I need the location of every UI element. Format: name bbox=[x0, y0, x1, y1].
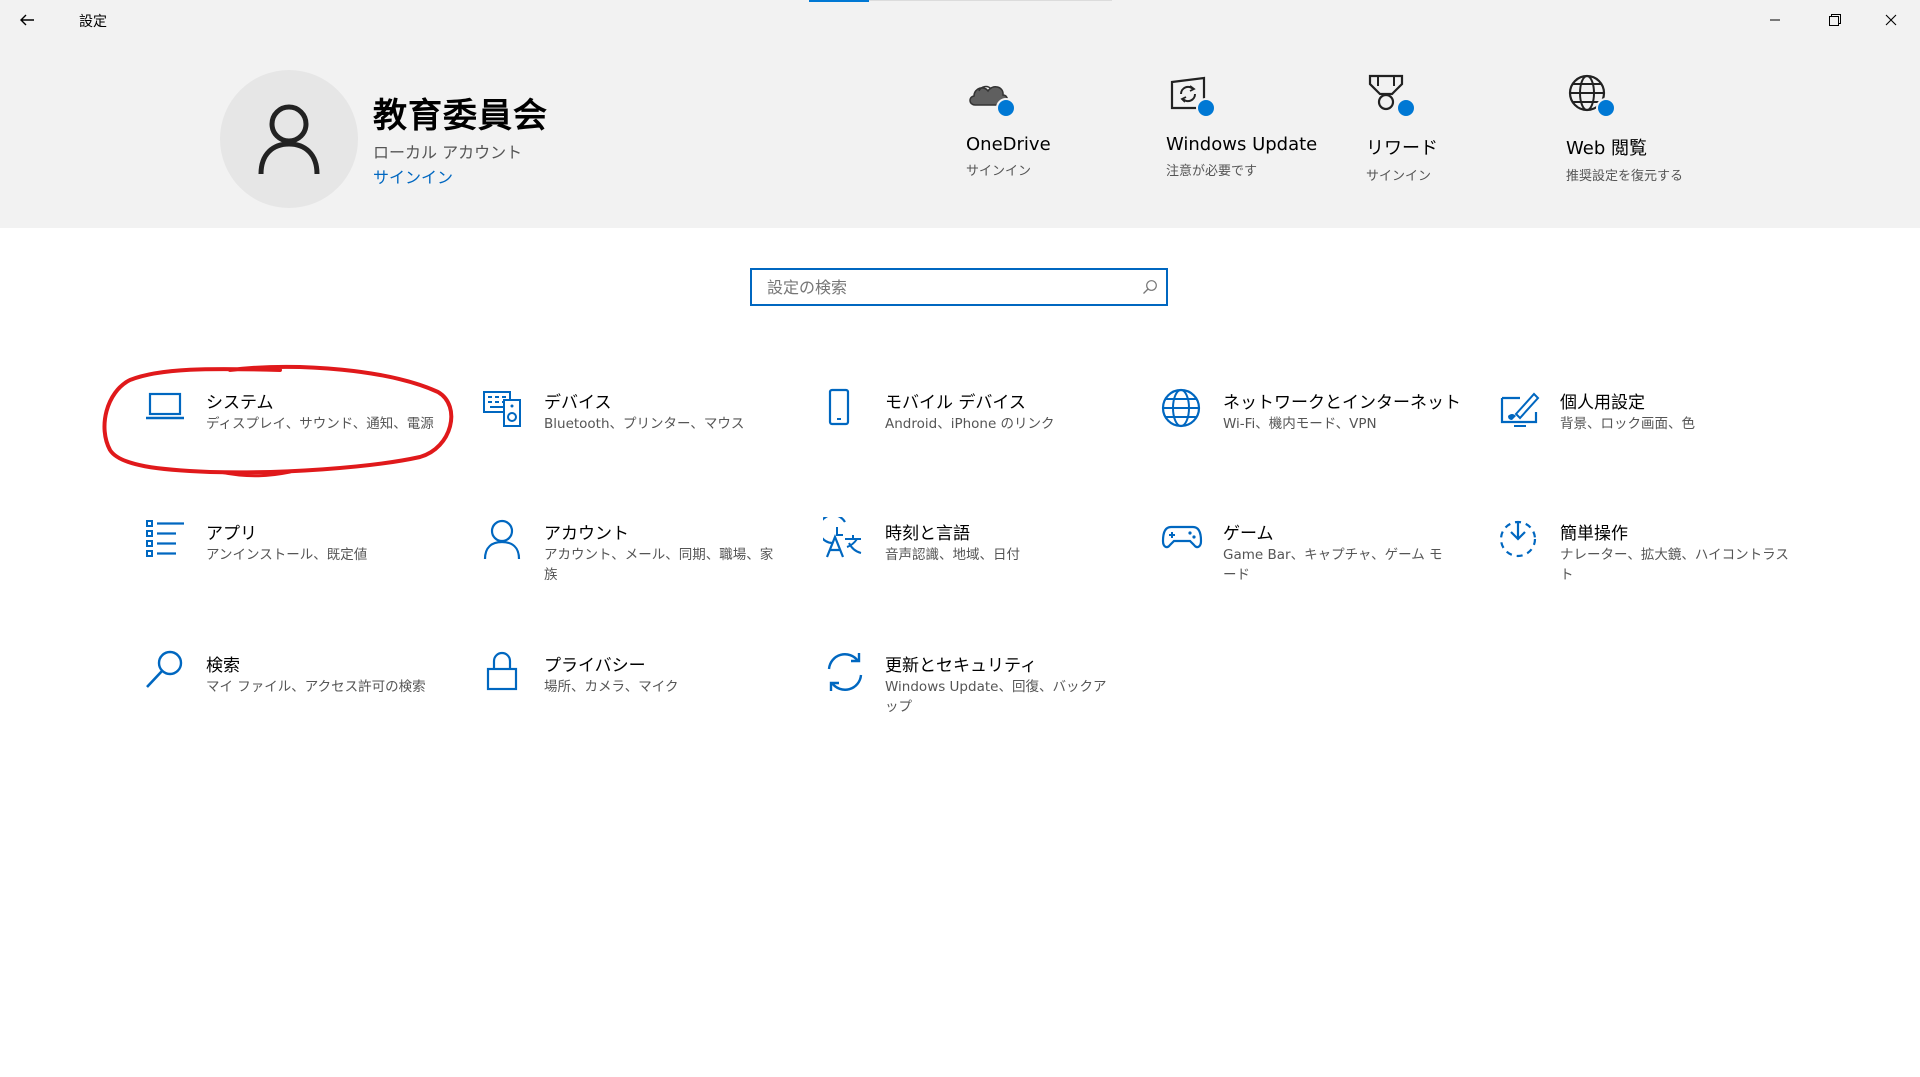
lock-icon bbox=[486, 651, 518, 691]
quick-windows-update[interactable]: Windows Update 注意が必要です bbox=[1166, 72, 1317, 179]
quick-title: OneDrive bbox=[966, 134, 1051, 155]
tile-description: アンインストール、既定値 bbox=[206, 547, 368, 563]
quick-web-browsing[interactable]: Web 閲覧 推奨設定を復元する bbox=[1566, 72, 1683, 184]
tile-description: Game Bar、キャプチャ、ゲーム モード bbox=[1223, 547, 1443, 583]
tile-description: アカウント、メール、同期、職場、家族 bbox=[544, 547, 774, 583]
tile-title: ネットワークとインターネット bbox=[1223, 393, 1461, 413]
signin-link[interactable]: サインイン bbox=[373, 164, 453, 188]
laptop-icon bbox=[146, 392, 184, 420]
search-box[interactable] bbox=[750, 268, 1168, 306]
tile-title: 検索 bbox=[206, 656, 240, 676]
quick-title: Windows Update bbox=[1166, 134, 1318, 155]
status-dot bbox=[1396, 98, 1416, 118]
tile-description: 場所、カメラ、マイク bbox=[544, 679, 679, 695]
quick-onedrive[interactable]: OneDrive サインイン bbox=[966, 72, 1051, 179]
tile-gaming[interactable]: ゲーム Game Bar、キャプチャ、ゲーム モード bbox=[1161, 517, 1481, 607]
quick-subtitle: 推奨設定を復元する bbox=[1566, 169, 1684, 184]
quick-subtitle: 注意が必要です bbox=[1166, 164, 1258, 179]
personalize-pen-icon bbox=[1500, 392, 1540, 427]
maximize-icon bbox=[1829, 14, 1841, 26]
title-accent-bar bbox=[809, 0, 869, 2]
tile-devices[interactable]: デバイス Bluetooth、プリンター、マウス bbox=[482, 386, 802, 476]
tile-title: アカウント bbox=[544, 524, 629, 544]
tile-title: アプリ bbox=[206, 524, 257, 544]
maximize-button[interactable] bbox=[1811, 4, 1857, 36]
tile-accounts[interactable]: アカウント アカウント、メール、同期、職場、家族 bbox=[482, 517, 802, 607]
tile-description: 背景、ロック画面、色 bbox=[1560, 416, 1695, 432]
quick-title: Web 閲覧 bbox=[1566, 138, 1647, 159]
tile-ease-of-access[interactable]: 簡単操作 ナレーター、拡大鏡、ハイコントラスト bbox=[1498, 517, 1818, 607]
account-type: ローカル アカウント bbox=[373, 143, 523, 162]
status-dot bbox=[1596, 98, 1616, 118]
quick-subtitle: サインイン bbox=[966, 164, 1032, 179]
tile-title: 個人用設定 bbox=[1560, 393, 1645, 413]
minimize-icon bbox=[1770, 19, 1780, 21]
tile-time-language[interactable]: 時刻と言語 音声認識、地域、日付 bbox=[823, 517, 1143, 607]
tile-title: モバイル デバイス bbox=[885, 393, 1026, 413]
tile-network[interactable]: ネットワークとインターネット Wi-Fi、機内モード、VPN bbox=[1161, 386, 1481, 476]
tile-title: 簡単操作 bbox=[1560, 524, 1628, 544]
time-language-icon bbox=[823, 517, 862, 558]
sync-arrows-icon bbox=[827, 653, 863, 691]
tile-description: Wi-Fi、機内モード、VPN bbox=[1223, 416, 1377, 432]
minimize-button[interactable] bbox=[1752, 4, 1798, 36]
tile-search[interactable]: 検索 マイ ファイル、アクセス許可の検索 bbox=[144, 649, 464, 739]
gamepad-icon bbox=[1161, 525, 1203, 549]
tile-privacy[interactable]: プライバシー 場所、カメラ、マイク bbox=[482, 649, 802, 739]
globe-network-icon bbox=[1161, 388, 1201, 428]
keyboard-speaker-icon bbox=[483, 391, 521, 427]
title-bar: 設定 bbox=[0, 0, 1920, 40]
tile-description: マイ ファイル、アクセス許可の検索 bbox=[206, 679, 426, 695]
tile-mobile-devices[interactable]: モバイル デバイス Android、iPhone のリンク bbox=[823, 386, 1143, 476]
close-button[interactable] bbox=[1868, 4, 1914, 36]
user-icon bbox=[258, 104, 320, 175]
tile-title: プライバシー bbox=[544, 656, 646, 676]
tile-description: Bluetooth、プリンター、マウス bbox=[544, 416, 745, 432]
tile-description: ディスプレイ、サウンド、通知、電源 bbox=[206, 416, 434, 432]
tile-description: Android、iPhone のリンク bbox=[885, 416, 1055, 432]
back-button[interactable] bbox=[12, 6, 48, 34]
search-icon[interactable] bbox=[1142, 279, 1158, 295]
tile-title: システム bbox=[206, 393, 274, 413]
tile-description: ナレーター、拡大鏡、ハイコントラスト bbox=[1560, 547, 1789, 583]
tile-description: Windows Update、回復、バックアップ bbox=[885, 679, 1107, 715]
tile-title: 更新とセキュリティ bbox=[885, 656, 1037, 676]
title-divider bbox=[869, 0, 1112, 1]
user-name: 教育委員会 bbox=[373, 96, 548, 136]
ease-of-access-icon bbox=[1499, 520, 1537, 558]
tile-system[interactable]: システム ディスプレイ、サウンド、通知、電源 bbox=[144, 386, 464, 476]
search-magnifier-icon bbox=[146, 650, 183, 688]
avatar[interactable] bbox=[220, 70, 358, 208]
person-icon bbox=[483, 519, 521, 560]
tile-personalization[interactable]: 個人用設定 背景、ロック画面、色 bbox=[1498, 386, 1818, 476]
quick-rewards[interactable]: リワード サインイン bbox=[1366, 72, 1438, 184]
tile-apps[interactable]: アプリ アンインストール、既定値 bbox=[144, 517, 464, 607]
apps-list-icon bbox=[146, 520, 184, 557]
tile-title: ゲーム bbox=[1223, 524, 1274, 544]
quick-title: リワード bbox=[1366, 138, 1438, 159]
quick-subtitle: サインイン bbox=[1366, 169, 1432, 184]
phone-icon bbox=[828, 388, 850, 426]
tile-title: 時刻と言語 bbox=[885, 524, 970, 544]
app-title: 設定 bbox=[79, 14, 107, 30]
status-dot bbox=[1196, 98, 1216, 118]
tile-description: 音声認識、地域、日付 bbox=[885, 547, 1020, 563]
status-dot bbox=[996, 98, 1016, 118]
tile-update-security[interactable]: 更新とセキュリティ Windows Update、回復、バックアップ bbox=[823, 649, 1143, 739]
search-input[interactable] bbox=[752, 270, 1137, 304]
tile-title: デバイス bbox=[544, 393, 612, 413]
arrow-left-icon bbox=[20, 14, 34, 26]
close-icon bbox=[1885, 14, 1897, 26]
